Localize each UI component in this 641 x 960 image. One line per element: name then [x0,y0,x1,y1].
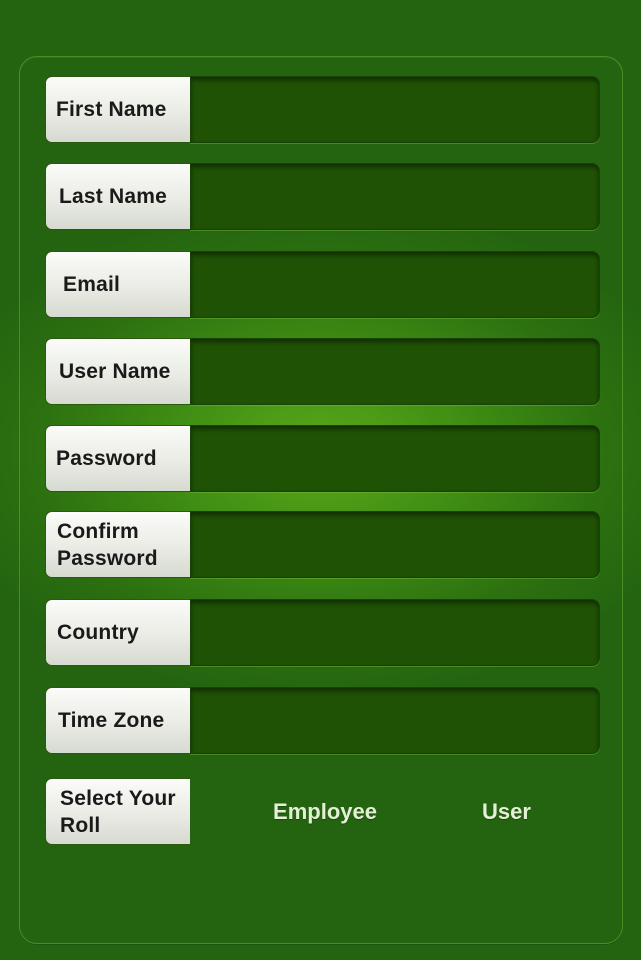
country-row: Country [45,599,600,666]
role-row: Select Your Roll Employee User [45,778,600,845]
first-name-input[interactable] [190,76,600,143]
last-name-row: Last Name [45,163,600,230]
role-label: Select Your Roll [60,786,176,837]
email-label: Email [63,273,121,296]
role-option-user[interactable]: User [445,778,568,845]
time-zone-label: Time Zone [58,709,165,732]
time-zone-label-box: Time Zone [45,687,190,754]
user-name-label: User Name [59,360,171,383]
password-label-box: Password [45,425,190,492]
email-row: Email [45,251,600,318]
password-label: Password [56,447,157,470]
email-label-box: Email [45,251,190,318]
country-label-box: Country [45,599,190,666]
last-name-input[interactable] [190,163,600,230]
user-name-input[interactable] [190,338,600,405]
password-input[interactable] [190,425,600,492]
confirm-password-row: Confirm Password [45,511,600,578]
first-name-label-box: First Name [45,76,190,143]
confirm-password-input[interactable] [190,511,600,578]
user-name-label-box: User Name [45,338,190,405]
last-name-label-box: Last Name [45,163,190,230]
first-name-label: First Name [56,98,167,121]
role-option-employee[interactable]: Employee [245,778,405,845]
role-label-box: Select Your Roll [45,778,190,845]
confirm-password-label-box: Confirm Password [45,511,190,578]
last-name-label: Last Name [59,185,168,208]
time-zone-row: Time Zone [45,687,600,754]
password-row: Password [45,425,600,492]
email-input[interactable] [190,251,600,318]
user-name-row: User Name [45,338,600,405]
country-label: Country [57,621,139,644]
country-input[interactable] [190,599,600,666]
confirm-password-label: Confirm Password [57,519,158,570]
time-zone-input[interactable] [190,687,600,754]
first-name-row: First Name [45,76,600,143]
